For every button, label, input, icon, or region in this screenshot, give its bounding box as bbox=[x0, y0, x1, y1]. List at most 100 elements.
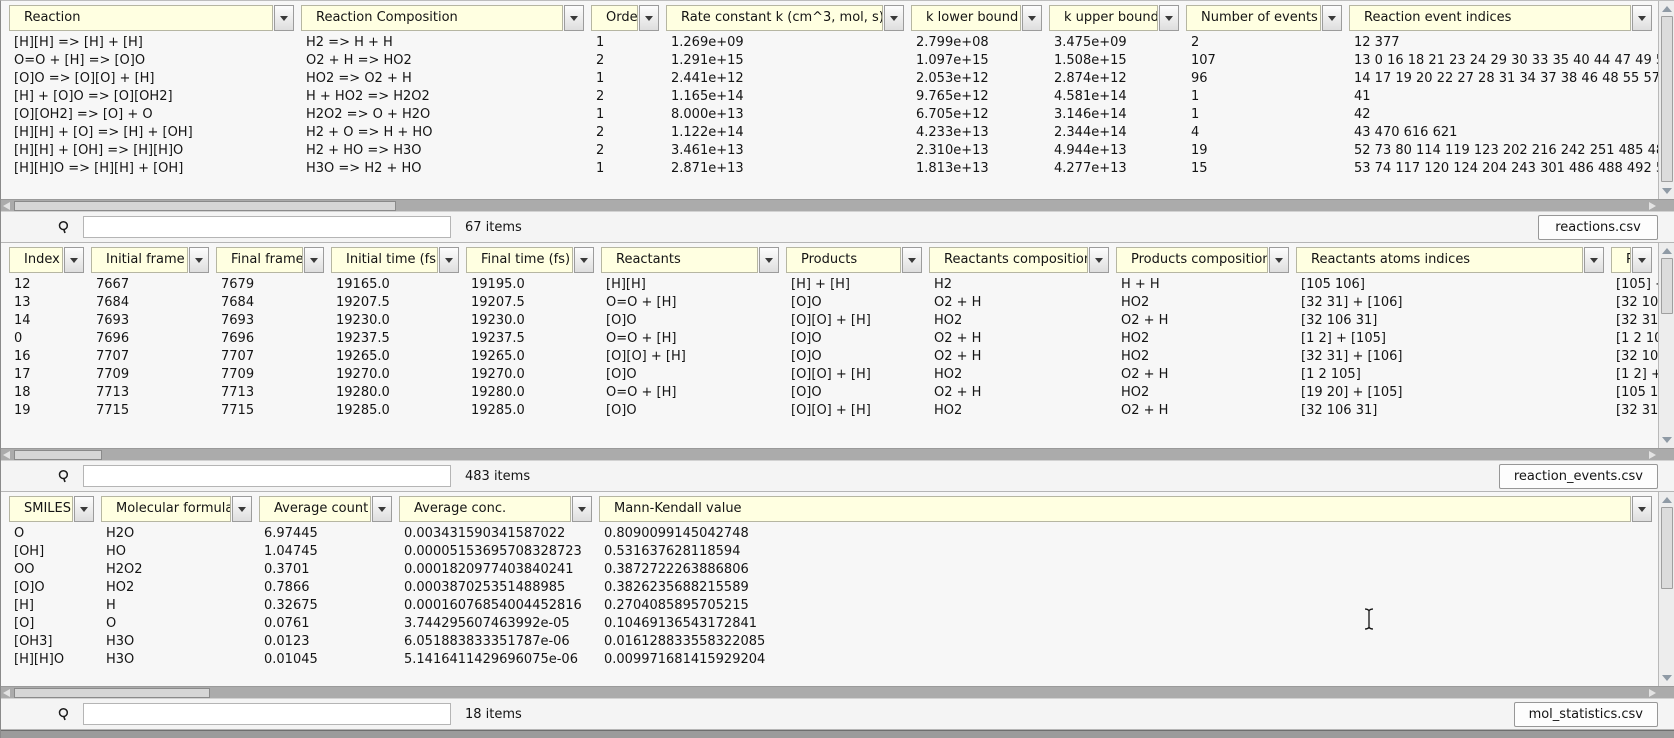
column-dropdown-button[interactable] bbox=[884, 5, 904, 31]
column-dropdown-button[interactable] bbox=[574, 247, 594, 273]
scroll-up-icon[interactable] bbox=[1659, 244, 1674, 258]
column-header[interactable]: Reactants composition bbox=[929, 247, 1088, 273]
scroll-down-icon[interactable] bbox=[1659, 184, 1674, 198]
cell[interactable]: 19207.5 bbox=[466, 294, 601, 312]
cell[interactable]: H2 => H + H bbox=[301, 34, 591, 52]
cell[interactable]: [O]O bbox=[601, 312, 786, 330]
cell[interactable]: 19237.5 bbox=[466, 330, 601, 348]
cell[interactable]: HO2 => O2 + H bbox=[301, 70, 591, 88]
cell[interactable]: 0.0001820977403840241 bbox=[399, 561, 599, 579]
column-dropdown-button[interactable] bbox=[232, 496, 252, 522]
cell[interactable]: 7715 bbox=[216, 402, 331, 420]
cell[interactable]: [32 106 bbox=[1611, 348, 1659, 366]
cell[interactable]: [O][O] + [H] bbox=[786, 312, 929, 330]
cell[interactable]: 0.10469136543172841 bbox=[599, 615, 1659, 633]
cell[interactable]: 107 bbox=[1186, 52, 1349, 70]
cell[interactable]: 7667 bbox=[91, 276, 216, 294]
cell[interactable]: [H][H]O => [H][H] + [OH] bbox=[9, 160, 301, 178]
cell[interactable]: 2.310e+13 bbox=[911, 142, 1049, 160]
cell[interactable]: 19285.0 bbox=[466, 402, 601, 420]
cell[interactable]: HO2 bbox=[929, 366, 1116, 384]
cell[interactable]: [O][O] + [H] bbox=[601, 348, 786, 366]
vertical-scroll-thumb[interactable] bbox=[1661, 16, 1673, 182]
column-dropdown-button[interactable] bbox=[1159, 5, 1179, 31]
cell[interactable]: 19207.5 bbox=[331, 294, 466, 312]
column-header[interactable]: Rate constant k (cm^3, mol, s) bbox=[666, 5, 883, 31]
cell[interactable]: O2 + H bbox=[929, 294, 1116, 312]
horizontal-scroll-thumb[interactable] bbox=[14, 688, 210, 698]
cell[interactable]: 7679 bbox=[216, 276, 331, 294]
cell[interactable]: 0.7866 bbox=[259, 579, 399, 597]
cell[interactable]: HO2 bbox=[1116, 348, 1296, 366]
cell[interactable]: [O][O] + [H] bbox=[786, 366, 929, 384]
cell[interactable]: 2 bbox=[1186, 34, 1349, 52]
cell[interactable]: HO2 bbox=[101, 579, 259, 597]
cell[interactable]: 1 bbox=[591, 70, 666, 88]
cell[interactable]: [H][H]O bbox=[9, 651, 101, 669]
cell[interactable]: [1 2 105] bbox=[1296, 366, 1611, 384]
cell[interactable]: 1.04745 bbox=[259, 543, 399, 561]
cell[interactable]: 4 bbox=[1186, 124, 1349, 142]
cell[interactable]: HO2 bbox=[1116, 294, 1296, 312]
cell[interactable]: 1.508e+15 bbox=[1049, 52, 1186, 70]
horizontal-scrollbar[interactable] bbox=[1, 448, 1674, 460]
column-dropdown-button[interactable] bbox=[1089, 247, 1109, 273]
column-header[interactable]: Average conc. bbox=[399, 496, 571, 522]
cell[interactable]: [1 2] + [105] bbox=[1296, 330, 1611, 348]
search-input[interactable] bbox=[83, 465, 451, 487]
column-dropdown-button[interactable] bbox=[1632, 247, 1652, 273]
cell[interactable]: 19 bbox=[1186, 142, 1349, 160]
cell[interactable]: 19280.0 bbox=[466, 384, 601, 402]
file-button[interactable]: reaction_events.csv bbox=[1498, 463, 1658, 489]
cell[interactable]: 6.97445 bbox=[259, 525, 399, 543]
cell[interactable]: 0.01045 bbox=[259, 651, 399, 669]
cell[interactable]: [32 31] + bbox=[1611, 402, 1659, 420]
column-dropdown-button[interactable] bbox=[1632, 496, 1652, 522]
scroll-left-icon[interactable] bbox=[3, 202, 10, 210]
cell[interactable]: 0.00016076854004452816 bbox=[399, 597, 599, 615]
cell[interactable]: 6.051883833351787e-06 bbox=[399, 633, 599, 651]
cell[interactable]: 2.874e+12 bbox=[1049, 70, 1186, 88]
cell[interactable]: 0.0761 bbox=[259, 615, 399, 633]
cell[interactable]: O2 + H bbox=[1116, 312, 1296, 330]
cell[interactable]: 12 bbox=[9, 276, 91, 294]
cell[interactable]: 7713 bbox=[216, 384, 331, 402]
cell[interactable]: 12 377 bbox=[1349, 34, 1659, 52]
cell[interactable]: [O]O => [O][O] + [H] bbox=[9, 70, 301, 88]
cell[interactable]: HO2 bbox=[929, 402, 1116, 420]
cell[interactable]: 4.581e+14 bbox=[1049, 88, 1186, 106]
vertical-scroll-thumb[interactable] bbox=[1661, 507, 1673, 589]
cell[interactable]: H bbox=[101, 597, 259, 615]
cell[interactable]: 2.871e+13 bbox=[666, 160, 911, 178]
cell[interactable]: 1 bbox=[591, 34, 666, 52]
cell[interactable]: 19165.0 bbox=[331, 276, 466, 294]
column-dropdown-button[interactable] bbox=[304, 247, 324, 273]
cell[interactable]: [H][H] + [OH] => [H][H]O bbox=[9, 142, 301, 160]
cell[interactable]: HO2 bbox=[1116, 330, 1296, 348]
cell[interactable]: 41 bbox=[1349, 88, 1659, 106]
cell[interactable]: O2 + H bbox=[1116, 366, 1296, 384]
column-dropdown-button[interactable] bbox=[902, 247, 922, 273]
cell[interactable]: 0.009971681415929204 bbox=[599, 651, 1659, 669]
column-header[interactable]: Final time (fs) bbox=[466, 247, 573, 273]
cell[interactable]: 0.003431590341587022 bbox=[399, 525, 599, 543]
cell[interactable]: 1.813e+13 bbox=[911, 160, 1049, 178]
cell[interactable]: 96 bbox=[1186, 70, 1349, 88]
cell[interactable]: O=O + [H] bbox=[601, 330, 786, 348]
cell[interactable]: 1.269e+09 bbox=[666, 34, 911, 52]
column-dropdown-button[interactable] bbox=[1022, 5, 1042, 31]
cell[interactable]: [32 106 31] bbox=[1296, 312, 1611, 330]
cell[interactable]: 1.165e+14 bbox=[666, 88, 911, 106]
column-header[interactable]: SMILES bbox=[9, 496, 73, 522]
cell[interactable]: 42 bbox=[1349, 106, 1659, 124]
cell[interactable]: [O]O bbox=[786, 294, 929, 312]
cell[interactable]: 13 0 16 18 21 23 24 29 30 33 35 40 44 47… bbox=[1349, 52, 1659, 70]
cell[interactable]: 18 bbox=[9, 384, 91, 402]
cell[interactable]: 2 bbox=[591, 52, 666, 70]
cell[interactable]: 1 bbox=[591, 160, 666, 178]
cell[interactable]: 0.32675 bbox=[259, 597, 399, 615]
cell[interactable]: H2O2 bbox=[101, 561, 259, 579]
cell[interactable]: 43 470 616 621 bbox=[1349, 124, 1659, 142]
cell[interactable]: 19285.0 bbox=[331, 402, 466, 420]
cell[interactable]: 19230.0 bbox=[331, 312, 466, 330]
